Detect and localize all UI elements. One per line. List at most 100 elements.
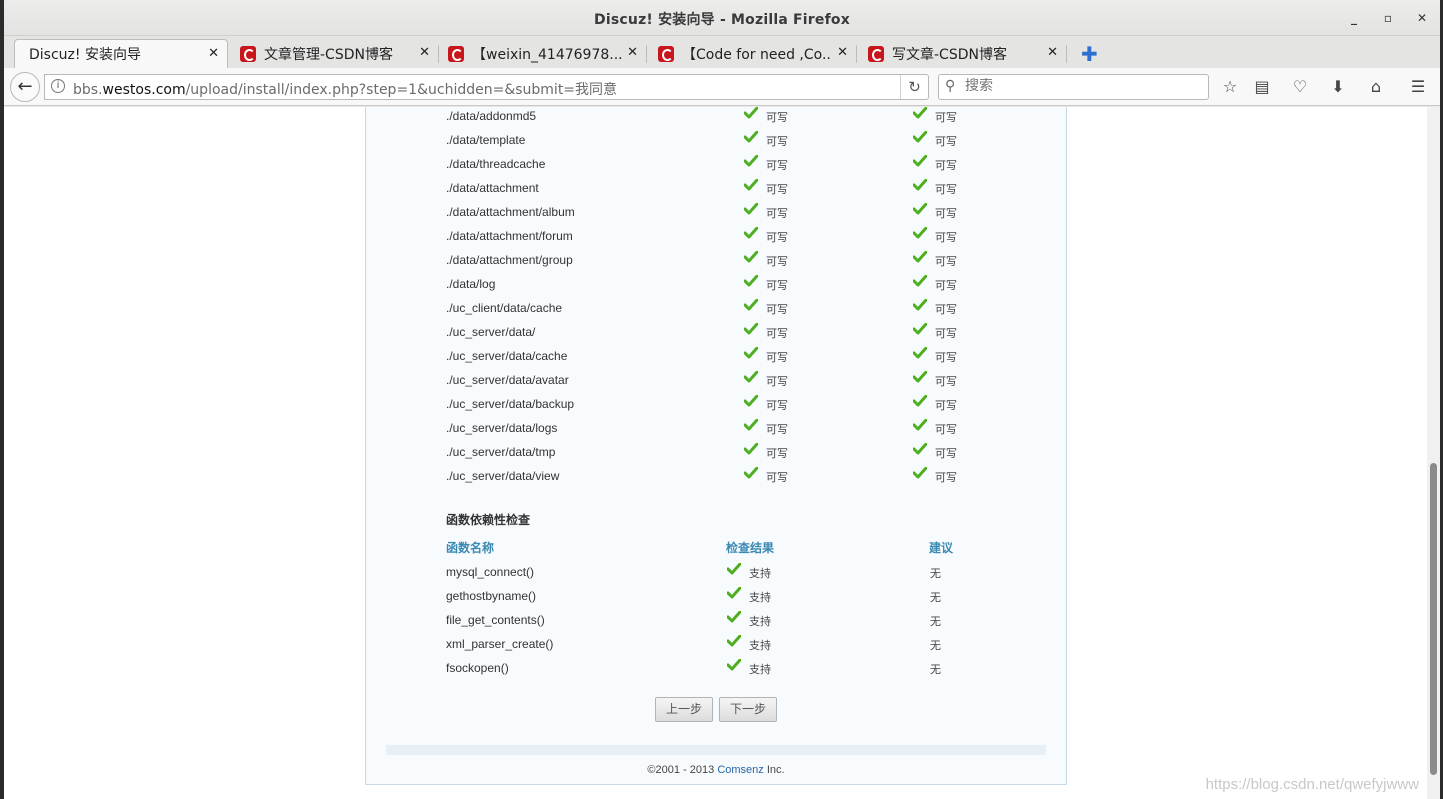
current-status: 可写: [743, 442, 788, 461]
dir-path: ./uc_server/data/backup: [446, 397, 575, 411]
dir-path: ./data/addonmd5: [446, 109, 537, 123]
tab-csdn-write-article[interactable]: 写文章-CSDN博客 ✕: [860, 39, 1067, 68]
column-header-advice: 建议: [929, 541, 954, 555]
current-status: 可写: [743, 394, 788, 413]
current-status: 可写: [743, 226, 788, 245]
dir-path: ./uc_server/data/view: [446, 469, 560, 483]
reload-icon[interactable]: ↻: [900, 75, 928, 99]
url-bar[interactable]: i bbs.westos.com/upload/install/index.ph…: [44, 74, 929, 100]
required-status: 可写: [912, 130, 957, 149]
new-tab-plus-icon[interactable]: ✚: [1081, 42, 1098, 66]
search-bar[interactable]: ⚲: [938, 74, 1209, 100]
browser-window: Discuz! 安装向导 - Mozilla Firefox _ ▫ ✕ Dis…: [4, 0, 1440, 799]
function-name: file_get_contents(): [446, 613, 545, 627]
required-status: 可写: [912, 202, 957, 221]
table-row: ./uc_server/data/view 可写 可写: [446, 466, 1006, 489]
check-icon: [912, 418, 928, 431]
section-title: 函数依赖性检查: [446, 513, 531, 527]
check-icon: [743, 418, 759, 431]
footer-divider: [386, 745, 1046, 755]
url-text[interactable]: bbs.westos.com/upload/install/index.php?…: [73, 79, 617, 99]
check-icon: [912, 298, 928, 311]
search-input[interactable]: [965, 78, 1195, 94]
advice: 无: [930, 663, 941, 676]
next-step-button[interactable]: 下一步: [719, 697, 777, 722]
bookmark-star-icon[interactable]: ☆: [1218, 76, 1242, 98]
table-row: ./data/attachment 可写 可写: [446, 178, 1006, 201]
comsenz-link[interactable]: Comsenz: [717, 764, 763, 776]
check-icon: [743, 202, 759, 215]
check-icon: [743, 394, 759, 407]
tab-weixin-blog[interactable]: 【weixin_41476978... ✕: [440, 39, 647, 68]
table-row: gethostbyname() 支持 无: [446, 586, 1006, 609]
table-row: ./data/log 可写 可写: [446, 274, 1006, 297]
required-status: 可写: [912, 250, 957, 269]
maximize-icon[interactable]: ▫: [1378, 8, 1398, 28]
check-icon: [743, 107, 759, 119]
required-status: 可写: [912, 298, 957, 317]
check-icon: [912, 322, 928, 335]
table-row: ./uc_client/data/cache 可写 可写: [446, 298, 1006, 321]
column-header-result: 检查结果: [726, 541, 775, 555]
install-panel: ./data/addonmd5 可写 可写 ./data/template 可写…: [365, 107, 1067, 785]
tab-close-icon[interactable]: ✕: [1047, 45, 1058, 60]
dir-path: ./data/attachment/forum: [446, 229, 573, 243]
page-viewport: ./data/addonmd5 可写 可写 ./data/template 可写…: [4, 107, 1427, 799]
table-row: xml_parser_create() 支持 无: [446, 634, 1006, 657]
required-status: 可写: [912, 178, 957, 197]
tab-close-icon[interactable]: ✕: [208, 46, 219, 61]
check-icon: [743, 466, 759, 479]
required-status: 可写: [912, 370, 957, 389]
scrollbar-thumb[interactable]: [1430, 463, 1437, 775]
required-status: 可写: [912, 274, 957, 293]
check-icon: [912, 274, 928, 287]
minimize-icon[interactable]: _: [1344, 8, 1364, 28]
tab-code-for-need[interactable]: 【Code for need ,Co... ✕: [650, 39, 857, 68]
table-row: ./data/attachment/group 可写 可写: [446, 250, 1006, 273]
check-icon: [743, 322, 759, 335]
current-status: 可写: [743, 418, 788, 437]
check-result: 支持: [726, 610, 771, 629]
check-icon: [912, 107, 928, 119]
check-icon: [743, 274, 759, 287]
current-status: 可写: [743, 154, 788, 173]
csdn-favicon-icon: [448, 45, 464, 62]
tab-label: Discuz! 安装向导: [29, 47, 141, 63]
tab-discuz-install[interactable]: Discuz! 安装向导 ✕: [14, 39, 228, 68]
tab-label: 【Code for need ,Co...: [682, 46, 832, 63]
search-icon: ⚲: [945, 78, 956, 94]
pocket-icon[interactable]: ♡: [1288, 76, 1312, 98]
tab-close-icon[interactable]: ✕: [627, 45, 638, 60]
download-arrow-icon[interactable]: ⬇: [1326, 76, 1350, 98]
advice: 无: [930, 615, 941, 628]
info-icon[interactable]: i: [51, 79, 65, 93]
dir-path: ./uc_server/data/: [446, 325, 536, 339]
tab-close-icon[interactable]: ✕: [419, 45, 430, 60]
tab-csdn-article-manage[interactable]: 文章管理-CSDN博客 ✕: [232, 39, 439, 68]
dir-path: ./uc_client/data/cache: [446, 301, 563, 315]
dir-path: ./uc_server/data/cache: [446, 349, 568, 363]
dir-path: ./data/template: [446, 133, 526, 147]
back-arrow-icon[interactable]: ←: [10, 72, 40, 102]
reader-list-icon[interactable]: ▤: [1250, 76, 1274, 98]
check-icon: [743, 370, 759, 383]
vertical-scrollbar[interactable]: [1427, 107, 1440, 799]
required-status: 可写: [912, 394, 957, 413]
check-icon: [912, 154, 928, 167]
dir-path: ./data/attachment: [446, 181, 539, 195]
function-name: fsockopen(): [446, 661, 509, 675]
close-window-icon[interactable]: ✕: [1412, 8, 1432, 28]
prev-step-button[interactable]: 上一步: [655, 697, 713, 722]
menu-hamburger-icon[interactable]: ☰: [1406, 76, 1430, 98]
check-icon: [743, 346, 759, 359]
current-status: 可写: [743, 202, 788, 221]
current-status: 可写: [743, 346, 788, 365]
check-icon: [726, 610, 742, 623]
check-icon: [912, 178, 928, 191]
check-icon: [912, 466, 928, 479]
table-row: ./data/attachment/album 可写 可写: [446, 202, 1006, 225]
navigation-bar: ← i bbs.westos.com/upload/install/index.…: [4, 68, 1440, 106]
csdn-favicon-icon: [240, 45, 256, 62]
tab-close-icon[interactable]: ✕: [837, 45, 848, 60]
home-icon[interactable]: ⌂: [1364, 76, 1388, 98]
